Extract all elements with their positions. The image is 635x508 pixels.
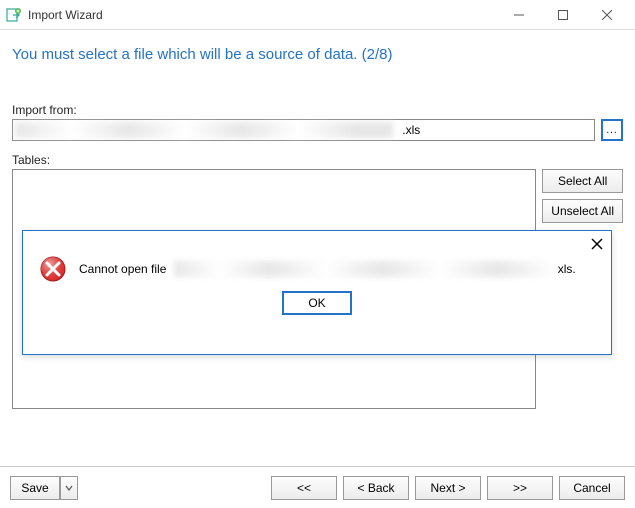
error-dialog: Cannot open file xls. OK [22,230,612,355]
maximize-button[interactable] [541,1,585,29]
tables-label: Tables: [12,153,623,167]
first-button[interactable]: << [271,476,337,500]
chevron-down-icon [65,484,73,492]
dialog-close-button[interactable] [591,237,603,255]
unselect-all-button[interactable]: Unselect All [542,199,623,223]
cancel-button[interactable]: Cancel [559,476,625,500]
last-button[interactable]: >> [487,476,553,500]
save-dropdown-button[interactable] [60,476,78,500]
window-title: Import Wizard [28,8,497,22]
ok-button[interactable]: OK [282,291,352,315]
close-button[interactable] [585,1,629,29]
next-button[interactable]: Next > [415,476,481,500]
import-from-input[interactable]: .xls [12,119,595,141]
redacted-filename [174,261,554,277]
import-wizard-icon [6,7,22,23]
dialog-message: Cannot open file xls. [79,261,595,277]
titlebar: Import Wizard [0,0,635,30]
import-from-label: Import from: [12,103,623,117]
minimize-button[interactable] [497,1,541,29]
redacted-path [15,122,393,138]
back-button[interactable]: < Back [343,476,409,500]
select-all-button[interactable]: Select All [542,169,623,193]
browse-button[interactable]: ... [601,119,623,141]
error-icon [39,255,67,283]
save-button[interactable]: Save [10,476,60,500]
import-from-visible-text: .xls [402,123,420,137]
step-heading: You must select a file which will be a s… [12,46,623,63]
wizard-footer: Save << < Back Next > >> Cancel [0,466,635,508]
